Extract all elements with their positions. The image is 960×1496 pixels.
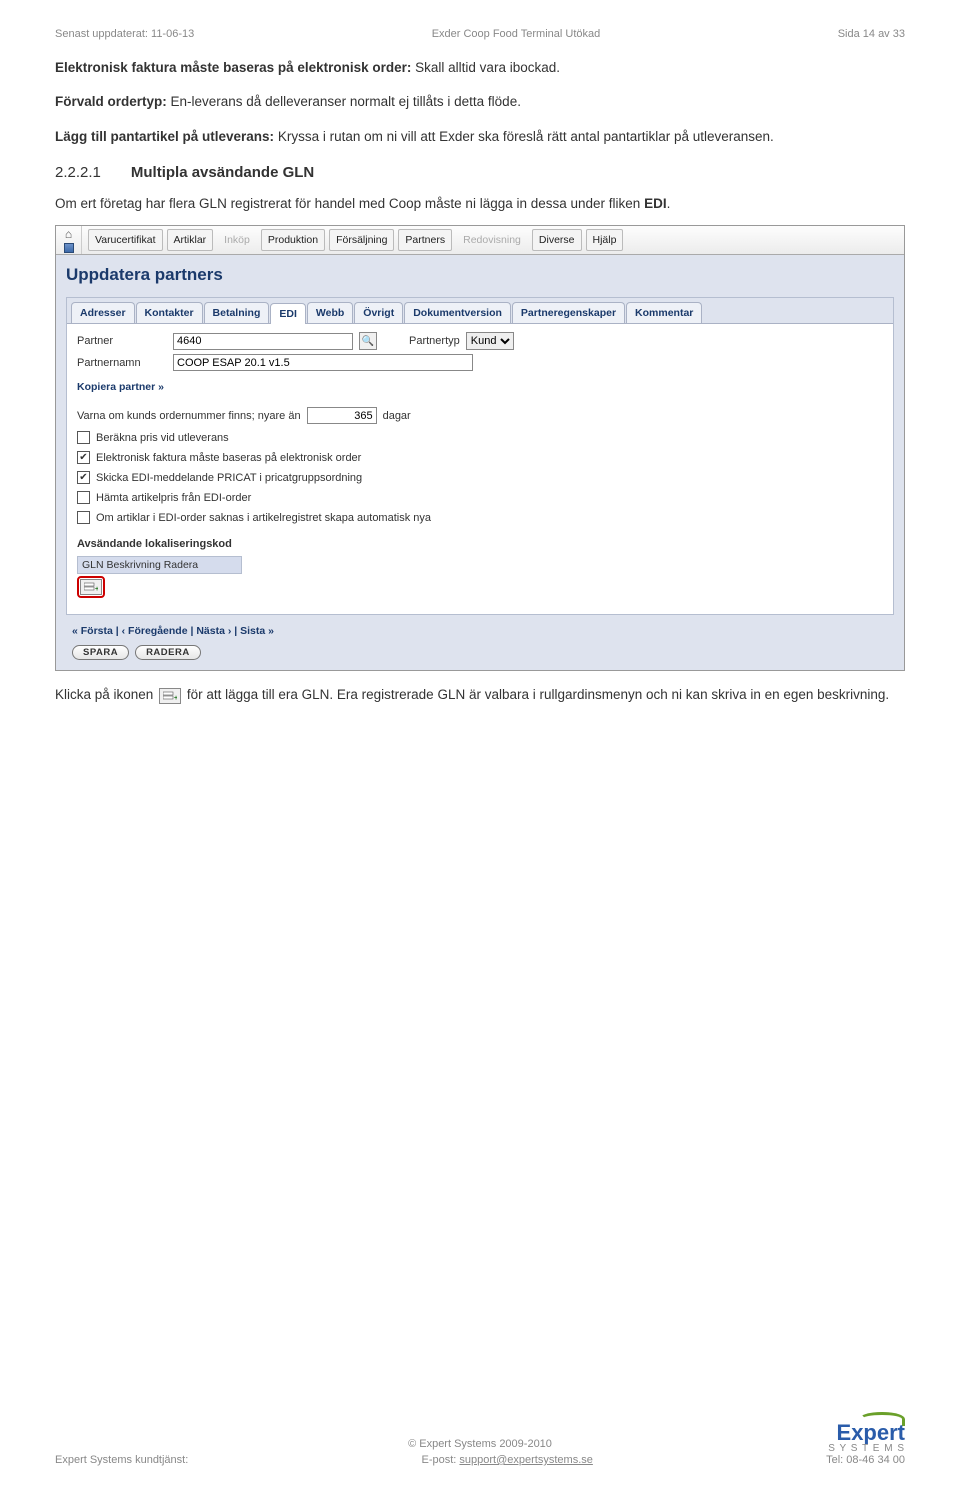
svg-text:+: + bbox=[174, 695, 177, 701]
p1-bold: Elektronisk faktura måste baseras på ele… bbox=[55, 60, 411, 75]
p3-rest: Kryssa i rutan om ni vill att Exder ska … bbox=[274, 129, 774, 144]
footer-mid: E-post: support@expertsystems.se bbox=[422, 1454, 593, 1466]
partner-label: Partner bbox=[77, 335, 167, 347]
tab-betalning[interactable]: Betalning bbox=[204, 302, 270, 323]
menu-hjalp[interactable]: Hjälp bbox=[586, 229, 624, 251]
svg-text:+: + bbox=[95, 586, 98, 592]
partnernamn-input[interactable] bbox=[173, 354, 473, 371]
menubar-items: Varucertifikat Artiklar Inköp Produktion… bbox=[82, 226, 904, 254]
partnertyp-label: Partnertyp bbox=[409, 335, 460, 347]
menu-redovisning: Redovisning bbox=[456, 229, 528, 251]
partner-input[interactable] bbox=[173, 333, 353, 350]
delete-button[interactable]: RADERA bbox=[135, 645, 201, 660]
p5-b: för att lägga till era GLN. Era registre… bbox=[187, 687, 889, 702]
sending-gln-label: Avsändande lokaliseringskod bbox=[77, 538, 883, 550]
section-title: Multipla avsändande GLN bbox=[131, 164, 314, 181]
lookup-icon[interactable]: 🔍 bbox=[359, 332, 377, 350]
app-screenshot: ⌂ Varucertifikat Artiklar Inköp Produkti… bbox=[55, 225, 905, 671]
menubar-left-icons: ⌂ bbox=[56, 226, 82, 254]
tab-kommentar[interactable]: Kommentar bbox=[626, 302, 702, 323]
footer-logo: Expert S Y S T E M S bbox=[828, 1412, 905, 1454]
footer-right: Tel: 08-46 34 00 bbox=[826, 1454, 905, 1466]
add-row-icon-inline: + bbox=[159, 688, 181, 704]
tabs-row: Adresser Kontakter Betalning EDI Webb Öv… bbox=[67, 298, 893, 323]
warn-suffix: dagar bbox=[383, 410, 411, 422]
page-header: Senast uppdaterat: 11-06-13 Exder Coop F… bbox=[55, 28, 905, 40]
footer-copyright: © Expert Systems 2009-2010 bbox=[55, 1438, 905, 1450]
form-area: Partner 🔍 Partnertyp Kund Partnernamn bbox=[67, 323, 893, 606]
copy-partner-link[interactable]: Kopiera partner » bbox=[77, 381, 164, 393]
tab-adresser[interactable]: Adresser bbox=[71, 302, 135, 323]
p5-a: Klicka på ikonen bbox=[55, 687, 157, 702]
menubar: ⌂ Varucertifikat Artiklar Inköp Produkti… bbox=[56, 226, 904, 255]
logo-sub: S Y S T E M S bbox=[828, 1444, 905, 1454]
header-left: Senast uppdaterat: 11-06-13 bbox=[55, 28, 194, 40]
menu-partners[interactable]: Partners bbox=[398, 229, 452, 251]
inner-card: Adresser Kontakter Betalning EDI Webb Öv… bbox=[66, 297, 894, 615]
header-center: Exder Coop Food Terminal Utökad bbox=[432, 28, 601, 40]
tab-dokumentversion[interactable]: Dokumentversion bbox=[404, 302, 511, 323]
tab-ovrigt[interactable]: Övrigt bbox=[354, 302, 403, 323]
tab-webb[interactable]: Webb bbox=[307, 302, 353, 323]
chk-skicka-pricat[interactable]: ✔ bbox=[77, 471, 90, 484]
paragraph-2: Förvald ordertyp: En-leverans då delleve… bbox=[55, 92, 905, 113]
panel: Uppdatera partners Adresser Kontakter Be… bbox=[56, 255, 904, 670]
partnernamn-label: Partnernamn bbox=[77, 357, 167, 369]
panel-title: Uppdatera partners bbox=[66, 265, 894, 285]
chk3-label: Skicka EDI-meddelande PRICAT i pricatgru… bbox=[96, 472, 362, 484]
chk-elektronisk-faktura[interactable]: ✔ bbox=[77, 451, 90, 464]
footer-email-link[interactable]: support@expertsystems.se bbox=[459, 1454, 592, 1466]
tab-edi[interactable]: EDI bbox=[270, 303, 306, 324]
action-bar: SPARA RADERA bbox=[66, 641, 894, 664]
chk-berakna-pris[interactable] bbox=[77, 431, 90, 444]
paragraph-4: Om ert företag har flera GLN registrerat… bbox=[55, 194, 905, 215]
p2-rest: En-leverans då delleveranser normalt ej … bbox=[167, 94, 521, 109]
chk5-label: Om artiklar i EDI-order saknas i artikel… bbox=[96, 512, 431, 524]
tab-partneregenskaper[interactable]: Partneregenskaper bbox=[512, 302, 625, 323]
p4-b: . bbox=[667, 196, 671, 211]
menu-varucertifikat[interactable]: Varucertifikat bbox=[88, 229, 163, 251]
partnertyp-select[interactable]: Kund bbox=[466, 332, 514, 350]
logo-main: Expert bbox=[828, 1422, 905, 1444]
footer-mid-prefix: E-post: bbox=[422, 1454, 460, 1466]
chk1-label: Beräkna pris vid utleverans bbox=[96, 432, 229, 444]
p2-bold: Förvald ordertyp: bbox=[55, 94, 167, 109]
footer-left: Expert Systems kundtjänst: bbox=[55, 1454, 188, 1466]
chk2-label: Elektronisk faktura måste baseras på ele… bbox=[96, 452, 361, 464]
chk4-label: Hämta artikelpris från EDI-order bbox=[96, 492, 251, 504]
chk-auto-skapa-artiklar[interactable] bbox=[77, 511, 90, 524]
menu-produktion[interactable]: Produktion bbox=[261, 229, 325, 251]
menu-forsaljning[interactable]: Försäljning bbox=[329, 229, 394, 251]
save-button[interactable]: SPARA bbox=[72, 645, 129, 660]
menu-inkop: Inköp bbox=[217, 229, 257, 251]
gln-table-header: GLN Beskrivning Radera bbox=[77, 556, 242, 574]
paragraph-3: Lägg till pantartikel på utleverans: Kry… bbox=[55, 127, 905, 148]
p1-rest: Skall alltid vara ibockad. bbox=[411, 60, 560, 75]
menu-diverse[interactable]: Diverse bbox=[532, 229, 582, 251]
app-icon[interactable] bbox=[64, 243, 74, 253]
p3-bold: Lägg till pantartikel på utleverans: bbox=[55, 129, 274, 144]
chk-hamta-artikelpris[interactable] bbox=[77, 491, 90, 504]
warn-prefix: Varna om kunds ordernummer finns; nyare … bbox=[77, 410, 301, 422]
add-gln-highlight: + bbox=[77, 576, 105, 598]
pager-bar[interactable]: « Första | ‹ Föregående | Nästa › | Sist… bbox=[66, 621, 894, 641]
p4-bold: EDI bbox=[644, 196, 667, 211]
p4-a: Om ert företag har flera GLN registrerat… bbox=[55, 196, 644, 211]
page-footer: Expert S Y S T E M S © Expert Systems 20… bbox=[55, 1438, 905, 1466]
header-right: Sida 14 av 33 bbox=[838, 28, 905, 40]
section-heading: 2.2.2.1 Multipla avsändande GLN bbox=[55, 164, 905, 181]
menu-artiklar[interactable]: Artiklar bbox=[167, 229, 214, 251]
paragraph-5: Klicka på ikonen + för att lägga till er… bbox=[55, 685, 905, 706]
add-row-icon[interactable]: + bbox=[80, 579, 102, 595]
home-icon[interactable]: ⌂ bbox=[65, 227, 72, 241]
paragraph-1: Elektronisk faktura måste baseras på ele… bbox=[55, 58, 905, 79]
warn-days-input[interactable] bbox=[307, 407, 377, 424]
tab-kontakter[interactable]: Kontakter bbox=[136, 302, 203, 323]
section-number: 2.2.2.1 bbox=[55, 164, 101, 181]
